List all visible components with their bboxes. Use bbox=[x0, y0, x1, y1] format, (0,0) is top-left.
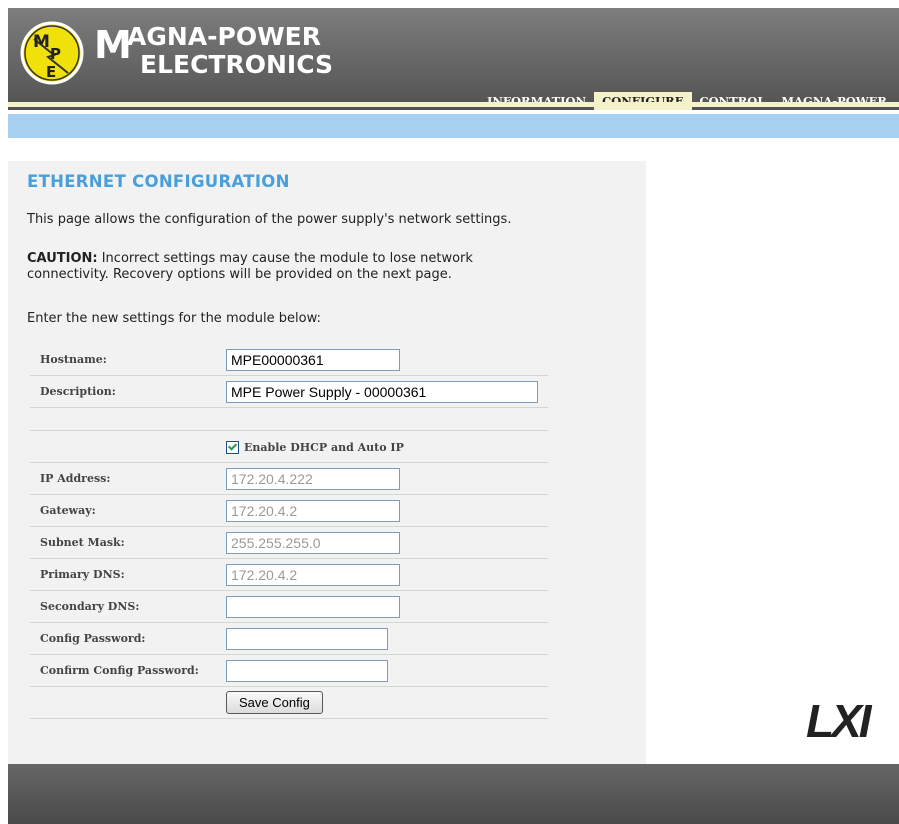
config-form: Hostname: Description: Enable DHCP and A… bbox=[30, 344, 548, 719]
form-row-gateway: Gateway: bbox=[30, 494, 548, 527]
svg-text:E: E bbox=[46, 63, 56, 81]
lxi-logo: LXI bbox=[806, 695, 872, 747]
site-footer bbox=[8, 764, 899, 824]
dhcp-label: Enable DHCP and Auto IP bbox=[244, 441, 404, 454]
form-row-save: Save Config bbox=[30, 686, 548, 719]
form-row-description: Description: bbox=[30, 375, 548, 408]
ip-label: IP Address: bbox=[30, 462, 226, 495]
form-row-confirm-password: Confirm Config Password: bbox=[30, 654, 548, 687]
intro-text: This page allows the configuration of th… bbox=[27, 212, 512, 227]
gateway-input bbox=[226, 499, 400, 522]
caution-label: CAUTION: bbox=[27, 251, 98, 266]
subheader-band bbox=[8, 114, 899, 138]
nav-magna-power[interactable]: MAGNA-POWER bbox=[773, 92, 895, 110]
ip-input bbox=[226, 467, 400, 490]
save-config-button[interactable]: Save Config bbox=[226, 691, 323, 714]
main-nav: INFORMATION CONFIGURE CONTROL MAGNA-POWE… bbox=[479, 92, 895, 110]
password-label: Config Password: bbox=[30, 622, 226, 655]
dhcp-checkbox[interactable] bbox=[226, 441, 239, 454]
secondary-dns-input[interactable] bbox=[226, 595, 400, 618]
form-row-hostname: Hostname: bbox=[30, 344, 548, 376]
form-row-secondary-dns: Secondary DNS: bbox=[30, 590, 548, 623]
instruction-text: Enter the new settings for the module be… bbox=[27, 311, 321, 326]
caution-text: CAUTION: Incorrect settings may cause th… bbox=[27, 251, 547, 283]
site-header: M P E M AGNA-POWER ELECTRONICS INFORMATI… bbox=[8, 8, 899, 110]
form-row-dhcp: Enable DHCP and Auto IP bbox=[30, 430, 548, 463]
primary-dns-label: Primary DNS: bbox=[30, 558, 226, 591]
brand-line1: AGNA-POWER bbox=[127, 22, 321, 51]
brand-line2: ELECTRONICS bbox=[140, 50, 334, 79]
password-input[interactable] bbox=[226, 627, 388, 650]
description-input[interactable] bbox=[226, 380, 538, 403]
gateway-label: Gateway: bbox=[30, 494, 226, 527]
form-row-spacer bbox=[30, 407, 548, 431]
confirm-password-label: Confirm Config Password: bbox=[30, 654, 226, 687]
svg-text:M: M bbox=[33, 32, 50, 52]
subnet-label: Subnet Mask: bbox=[30, 526, 226, 559]
form-row-subnet: Subnet Mask: bbox=[30, 526, 548, 559]
description-label: Description: bbox=[30, 375, 226, 408]
confirm-password-input[interactable] bbox=[226, 659, 388, 682]
primary-dns-input bbox=[226, 563, 400, 586]
secondary-dns-label: Secondary DNS: bbox=[30, 590, 226, 623]
hostname-label: Hostname: bbox=[30, 344, 226, 376]
main-content: ETHERNET CONFIGURATION This page allows … bbox=[8, 161, 646, 764]
nav-information[interactable]: INFORMATION bbox=[479, 92, 594, 110]
nav-control[interactable]: CONTROL bbox=[692, 92, 774, 110]
form-row-ip: IP Address: bbox=[30, 462, 548, 495]
form-row-primary-dns: Primary DNS: bbox=[30, 558, 548, 591]
svg-text:P: P bbox=[50, 45, 61, 63]
form-row-password: Config Password: bbox=[30, 622, 548, 655]
nav-configure[interactable]: CONFIGURE bbox=[594, 92, 692, 110]
header-divider bbox=[8, 102, 899, 107]
hostname-input[interactable] bbox=[226, 348, 400, 371]
subnet-input bbox=[226, 531, 400, 554]
mpe-logo-icon: M P E bbox=[20, 21, 84, 85]
page-title: ETHERNET CONFIGURATION bbox=[27, 172, 290, 191]
